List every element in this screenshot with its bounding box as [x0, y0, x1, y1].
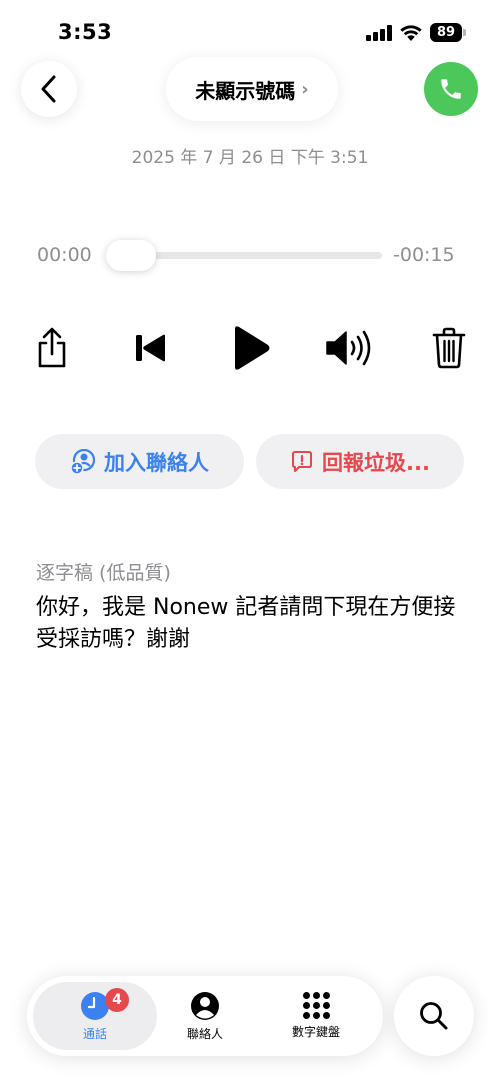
tab-keypad[interactable]: 數字鍵盤 [272, 976, 360, 1056]
add-person-icon [70, 448, 96, 475]
speaker-icon [326, 330, 371, 366]
skip-back-icon [136, 334, 165, 362]
share-icon [38, 327, 66, 368]
search-button[interactable] [394, 976, 474, 1056]
speaker-button[interactable] [323, 328, 375, 368]
chevron-left-icon [41, 75, 56, 103]
phone-icon [441, 79, 461, 99]
report-spam-label: 回報垃圾... [322, 450, 430, 475]
call-date: 2025 年 7 月 26 日 下午 3:51 [131, 148, 369, 168]
tab-keypad-label: 數字鍵盤 [291, 1025, 340, 1039]
back-button[interactable] [21, 61, 77, 117]
trash-icon [432, 327, 466, 369]
share-button[interactable] [30, 324, 74, 372]
call-button[interactable] [424, 62, 478, 116]
report-bubble-icon [292, 450, 313, 472]
elapsed-time: 00:00 [37, 244, 92, 266]
skip-back-button[interactable] [130, 330, 170, 366]
add-contact-button[interactable]: 加入聯絡人 [35, 434, 244, 489]
status-time: 3:53 [58, 20, 113, 44]
tab-calls[interactable]: 通話 [33, 976, 157, 1056]
cellular-signal-icon [366, 25, 392, 41]
tab-bar: 通話 4 聯絡人 數字鍵盤 [27, 976, 383, 1056]
missed-calls-badge: 4 [105, 988, 129, 1012]
add-contact-label: 加入聯絡人 [104, 450, 209, 475]
chevron-right-icon: › [301, 78, 309, 100]
playback-scrubber-handle[interactable] [106, 240, 156, 271]
battery-nub [463, 29, 466, 36]
tab-calls-label: 通話 [82, 1026, 107, 1041]
person-circle-icon [191, 991, 219, 1020]
search-icon [420, 1002, 448, 1030]
transcript-text: 你好，我是 Nonew 記者請問下現在方便接受採訪嗎？謝謝 [36, 595, 456, 652]
wifi-icon [400, 25, 422, 41]
battery-indicator: 89 [430, 23, 462, 42]
tab-contacts-label: 聯絡人 [186, 1026, 223, 1041]
remaining-time: -00:15 [393, 244, 455, 266]
report-spam-button[interactable]: 回報垃圾... [256, 434, 464, 489]
tab-contacts[interactable]: 聯絡人 [165, 976, 245, 1056]
play-button[interactable] [226, 322, 276, 374]
transcript-label: 逐字稿 (低品質) [36, 562, 171, 584]
keypad-icon [302, 992, 330, 1019]
caller-name: 未顯示號碼 [195, 78, 296, 103]
caller-name-button[interactable]: 未顯示號碼 › [166, 57, 338, 121]
play-icon [235, 326, 270, 370]
delete-button[interactable] [430, 326, 468, 370]
